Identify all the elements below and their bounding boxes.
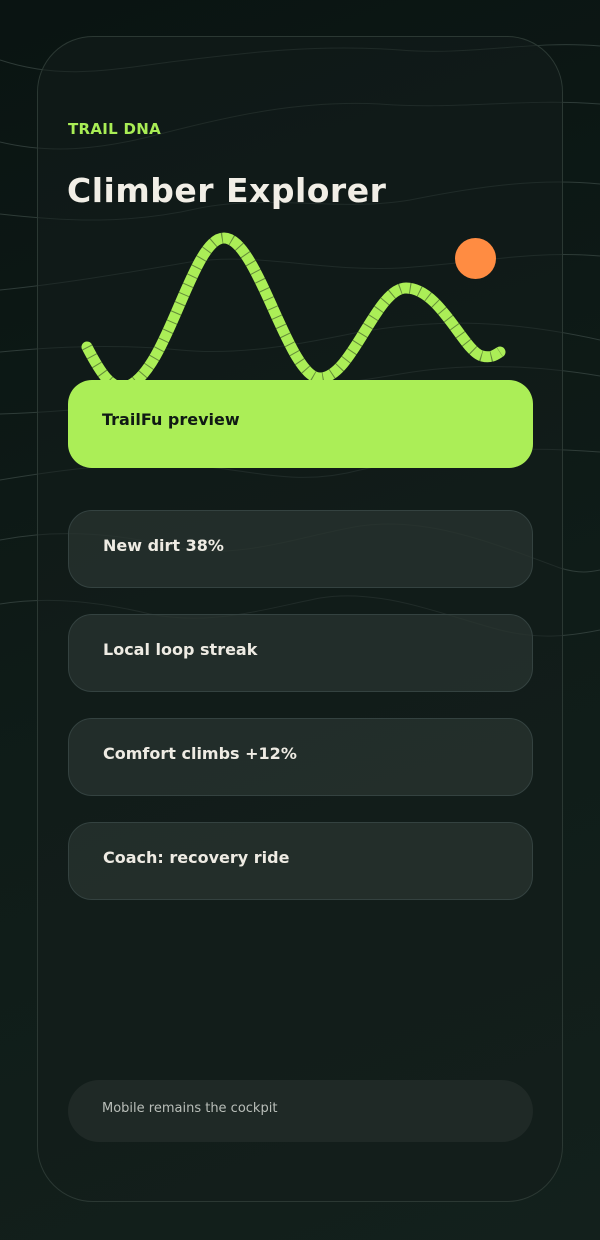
stat-card-coach-recovery[interactable]: Coach: recovery ride: [68, 822, 533, 900]
stat-card-label: Local loop streak: [103, 640, 258, 659]
sun-icon: [455, 238, 496, 279]
stat-card-label: Coach: recovery ride: [103, 848, 290, 867]
stat-card-comfort-climbs[interactable]: Comfort climbs +12%: [68, 718, 533, 796]
stat-card-local-loop-streak[interactable]: Local loop streak: [68, 614, 533, 692]
trailfu-preview-label: TrailFu preview: [102, 410, 240, 429]
footer-note: Mobile remains the cockpit: [68, 1080, 533, 1142]
stat-card-label: Comfort climbs +12%: [103, 744, 297, 763]
section-eyebrow: TRAIL DNA: [68, 120, 162, 138]
trailfu-preview-button[interactable]: TrailFu preview: [68, 380, 533, 468]
stat-card-new-dirt[interactable]: New dirt 38%: [68, 510, 533, 588]
page-title: Climber Explorer: [67, 171, 387, 210]
footer-note-text: Mobile remains the cockpit: [102, 1101, 278, 1116]
stat-card-label: New dirt 38%: [103, 536, 224, 555]
